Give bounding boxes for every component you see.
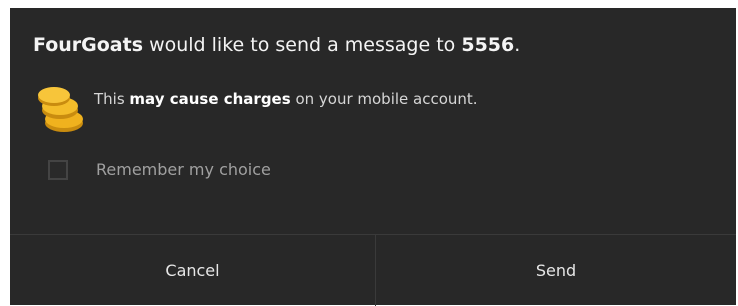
charges-pre: This (94, 90, 130, 108)
cancel-button[interactable]: Cancel (10, 235, 376, 306)
dialog-title: FourGoats would like to send a message t… (33, 34, 520, 56)
destination-number: 5556 (461, 34, 515, 56)
charges-post: on your mobile account. (290, 90, 478, 108)
title-end-text: . (514, 34, 521, 56)
sms-permission-dialog: FourGoats would like to send a message t… (10, 8, 736, 306)
button-bar: Cancel Send (10, 234, 736, 306)
coins-icon (38, 87, 83, 132)
remember-choice-checkbox[interactable] (48, 160, 68, 180)
remember-choice-label[interactable]: Remember my choice (96, 160, 271, 179)
send-button[interactable]: Send (376, 235, 736, 306)
title-middle-text: would like to send a message to (143, 34, 462, 56)
charges-text: This may cause charges on your mobile ac… (94, 90, 478, 108)
app-name: FourGoats (33, 34, 144, 56)
charges-bold: may cause charges (129, 90, 291, 108)
